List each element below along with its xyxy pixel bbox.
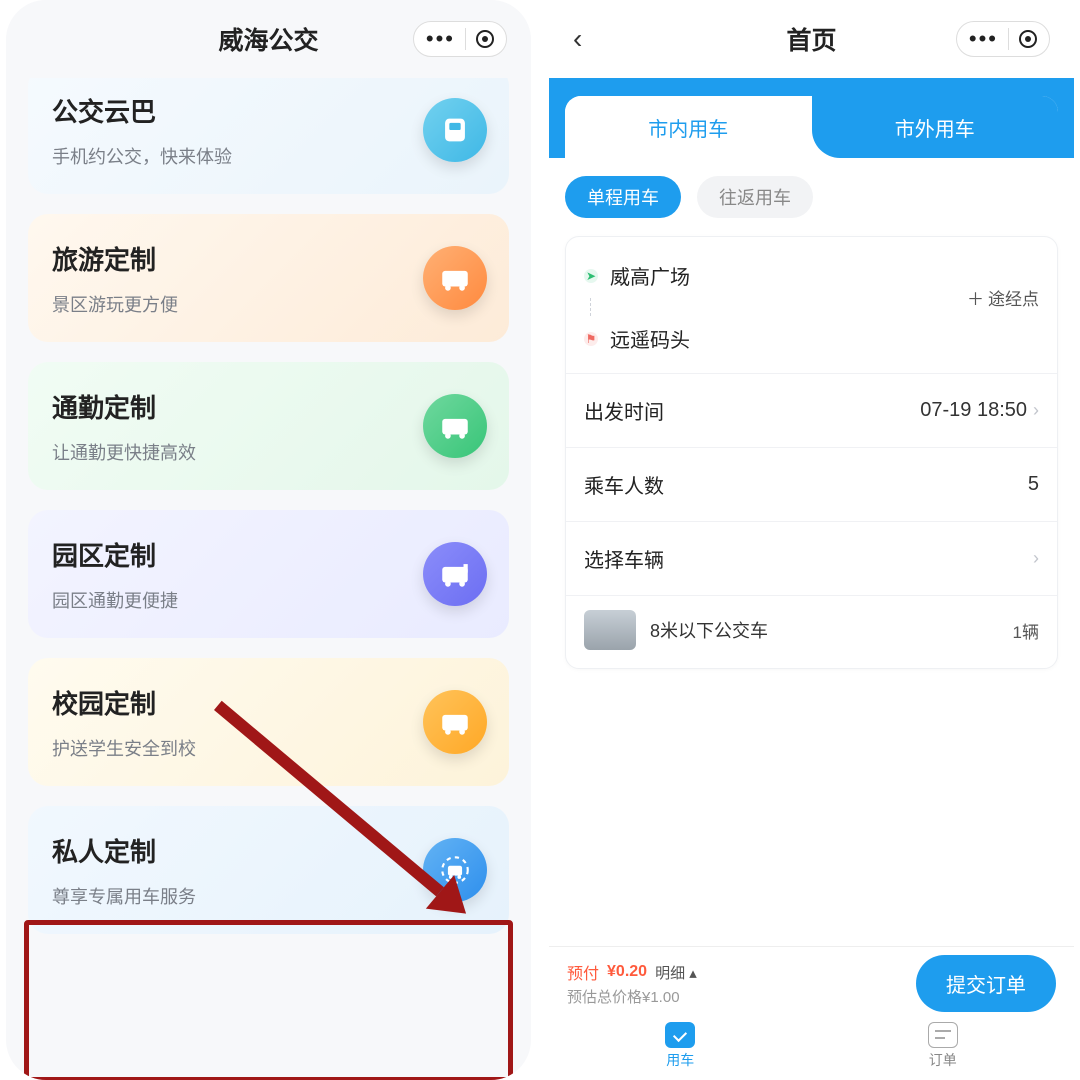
- departure-time-row[interactable]: 出发时间 07-19 18:50 ›: [566, 373, 1057, 447]
- tour-bus-icon: [423, 246, 487, 310]
- passenger-count-row[interactable]: 乘车人数 5: [566, 447, 1057, 521]
- car-icon: [665, 1022, 695, 1048]
- vehicle-name: 8米以下公交车: [650, 617, 999, 643]
- service-card-commute[interactable]: 通勤定制 让通勤更快捷高效: [28, 362, 509, 490]
- trip-type-selector: 单程用车 往返用车: [565, 176, 1058, 218]
- order-icon: [928, 1022, 958, 1048]
- end-location-row[interactable]: ⚑ 远遥码头: [584, 316, 1039, 361]
- start-pin-icon: ➤: [584, 269, 598, 283]
- vehicle-quantity: 1辆: [1013, 618, 1039, 643]
- estimated-total: 预估总价格¥1.00: [567, 986, 906, 1007]
- nav-bar: ‹ 首页 •••: [549, 0, 1074, 78]
- booking-form: 单程用车 往返用车 ➤ 威高广场 ⚑ 远遥码头 ＋ 途经点 出发: [549, 158, 1074, 946]
- bottom-tabbar: 用车 订单: [549, 1016, 1074, 1080]
- mode-tabs: 市内用车 市外用车: [565, 96, 1058, 158]
- close-icon[interactable]: [476, 30, 494, 48]
- add-waypoint-button[interactable]: ＋ 途经点: [967, 285, 1039, 310]
- passenger-value: 5: [1028, 473, 1039, 496]
- miniprogram-capsule[interactable]: •••: [413, 21, 507, 57]
- route-block: ➤ 威高广场 ⚑ 远遥码头 ＋ 途经点: [566, 237, 1057, 373]
- annotation-highlight: [24, 920, 513, 1080]
- cloud-bus-icon: [423, 98, 487, 162]
- tab-inner-city[interactable]: 市内用车: [565, 96, 812, 158]
- card-title: 通勤定制: [52, 388, 485, 425]
- capsule-divider: [465, 28, 466, 50]
- tabbar-item-orders[interactable]: 订单: [928, 1022, 958, 1070]
- payment-bar: 预付 ¥0.20 明细 ▴ 预估总价格¥1.00 提交订单: [549, 946, 1074, 1016]
- price-detail-toggle[interactable]: 明细 ▴: [655, 962, 697, 983]
- departure-label: 出发时间: [584, 396, 664, 425]
- vehicle-label: 选择车辆: [584, 544, 664, 573]
- service-card-campus[interactable]: 园区定制 园区通勤更便捷: [28, 510, 509, 638]
- end-pin-icon: ⚑: [584, 332, 598, 346]
- passenger-label: 乘车人数: [584, 470, 664, 499]
- route-panel: ➤ 威高广场 ⚑ 远遥码头 ＋ 途经点 出发时间 07-19 18:50 ›: [565, 236, 1058, 669]
- card-subtitle: 园区通勤更便捷: [52, 587, 485, 613]
- tabbar-label: 订单: [929, 1050, 957, 1070]
- submit-order-button[interactable]: 提交订单: [916, 955, 1056, 1012]
- mode-tab-container: 市内用车 市外用车: [549, 78, 1074, 158]
- service-card-tour[interactable]: 旅游定制 景区游玩更方便: [28, 214, 509, 342]
- plus-icon: ＋: [967, 285, 984, 310]
- card-subtitle: 尊享专属用车服务: [52, 883, 485, 909]
- prepay-label: 预付: [567, 960, 599, 984]
- more-icon[interactable]: •••: [969, 26, 998, 52]
- school-bus-icon: [423, 690, 487, 754]
- card-title: 园区定制: [52, 536, 485, 573]
- start-location: 威高广场: [610, 261, 690, 290]
- card-title: 校园定制: [52, 684, 485, 721]
- select-vehicle-row[interactable]: 选择车辆 ›: [566, 521, 1057, 595]
- chevron-right-icon: ›: [1033, 548, 1039, 569]
- service-card-list[interactable]: 宣一宣公交车到哪儿了 公交云巴 手机约公交，快来体验 旅游定制 景区游玩更方便 …: [6, 78, 531, 1080]
- card-subtitle: 手机约公交，快来体验: [52, 143, 485, 169]
- chevron-right-icon: ›: [1033, 400, 1039, 421]
- miniprogram-capsule[interactable]: •••: [956, 21, 1050, 57]
- card-subtitle: 景区游玩更方便: [52, 291, 485, 317]
- service-card-cloud-bus[interactable]: 公交云巴 手机约公交，快来体验: [28, 78, 509, 194]
- capsule-divider: [1008, 28, 1009, 50]
- price-info: 预付 ¥0.20 明细 ▴ 预估总价格¥1.00: [567, 960, 906, 1007]
- waypoint-label: 途经点: [988, 285, 1039, 310]
- nav-bar: 威海公交 •••: [6, 0, 531, 78]
- departure-value: 07-19 18:50: [920, 399, 1027, 422]
- selected-vehicle-row[interactable]: 8米以下公交车 1辆: [566, 595, 1057, 668]
- card-title: 公交云巴: [52, 92, 485, 129]
- left-screenshot: 威海公交 ••• 宣一宣公交车到哪儿了 公交云巴 手机约公交，快来体验 旅游定制…: [6, 0, 531, 1080]
- close-icon[interactable]: [1019, 30, 1037, 48]
- more-icon[interactable]: •••: [426, 26, 455, 52]
- card-subtitle: 让通勤更快捷高效: [52, 439, 485, 465]
- end-location: 远遥码头: [610, 324, 690, 353]
- commute-bus-icon: [423, 394, 487, 458]
- vehicle-thumbnail: [584, 610, 636, 650]
- right-screenshot: ‹ 首页 ••• 市内用车 市外用车 单程用车 往返用车 ➤ 威高广场: [549, 0, 1074, 1080]
- tabbar-item-car[interactable]: 用车: [665, 1022, 695, 1070]
- prepay-amount: ¥0.20: [607, 963, 647, 981]
- tab-outer-city[interactable]: 市外用车: [812, 96, 1059, 158]
- tabbar-label: 用车: [666, 1050, 694, 1070]
- campus-bus-icon: [423, 542, 487, 606]
- card-title: 旅游定制: [52, 240, 485, 277]
- pill-round-trip[interactable]: 往返用车: [697, 176, 813, 218]
- pill-one-way[interactable]: 单程用车: [565, 176, 681, 218]
- back-icon[interactable]: ‹: [573, 23, 582, 55]
